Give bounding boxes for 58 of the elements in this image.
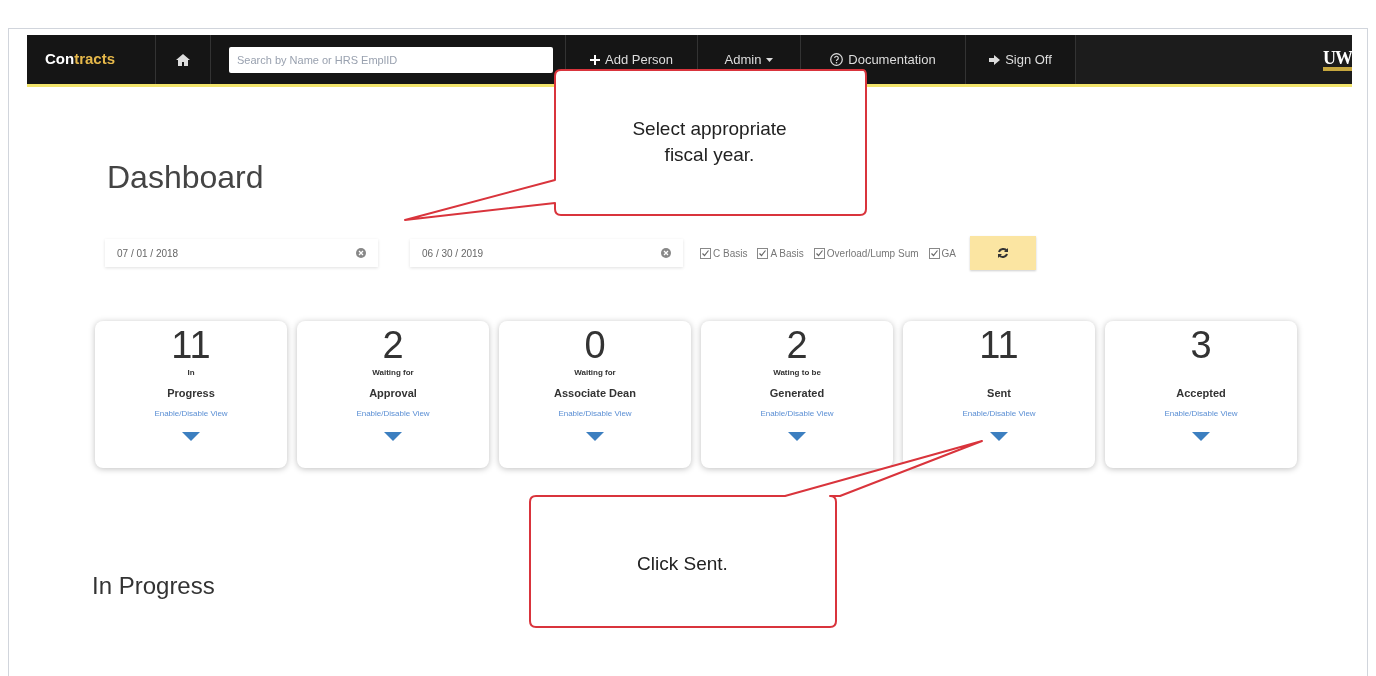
caret-icon <box>766 57 774 62</box>
university-logo: UW <box>1323 48 1352 71</box>
question-icon <box>830 53 844 66</box>
caret-icon[interactable] <box>1192 431 1210 441</box>
checkbox-label: Overload/Lump Sum <box>826 246 919 261</box>
view-toggle-link[interactable]: Enable/Disable View <box>356 407 430 420</box>
home-icon[interactable] <box>176 53 190 66</box>
clear-icon[interactable] <box>356 248 366 258</box>
status-card[interactable]: 11 In Progress Enable/Disable View <box>95 321 287 468</box>
status-card[interactable]: 3 Accepted Enable/Disable View <box>1105 321 1297 468</box>
section-heading: In Progress <box>92 571 215 601</box>
brand-logo[interactable]: Contracts <box>27 35 155 84</box>
card-count: 0 <box>584 325 606 365</box>
card-subtitle: Waiting for <box>372 367 414 379</box>
checkbox[interactable] <box>700 247 711 259</box>
card-title: Sent <box>987 386 1011 401</box>
status-card[interactable]: 2 Waiting for Approval Enable/Disable View <box>297 321 489 468</box>
card-title: Approval <box>369 386 417 401</box>
card-count: 2 <box>382 325 404 365</box>
card-title: Associate Dean <box>554 386 636 401</box>
card-title: Progress <box>167 386 215 401</box>
search-field[interactable]: Search by Name or HRS EmplID <box>229 46 553 73</box>
card-title: Generated <box>769 386 825 401</box>
view-toggle-link[interactable]: Enable/Disable View <box>154 407 228 420</box>
card-subtitle: Wating to be <box>773 367 821 379</box>
callout-text: Select appropriate fiscal year. <box>632 118 787 165</box>
checkbox-label: GA <box>941 246 956 261</box>
card-count: 3 <box>1190 325 1212 365</box>
caret-icon[interactable] <box>990 431 1008 441</box>
status-card[interactable]: 2 Wating to be Generated Enable/Disable View <box>701 321 893 468</box>
checkbox[interactable] <box>813 247 825 259</box>
status-card[interactable]: 11 Sent Enable/Disable View <box>903 321 1095 468</box>
view-toggle-link[interactable]: Enable/Disable View <box>558 407 632 420</box>
page-title: Dashboard <box>107 158 264 197</box>
checkbox-label: A Basis <box>770 246 804 261</box>
date-field[interactable]: 06 / 30 / 2019 <box>410 239 683 267</box>
clear-icon[interactable] <box>661 248 671 258</box>
card-subtitle: In <box>187 367 195 379</box>
checkbox-label: C Basis <box>713 246 748 261</box>
refresh-button[interactable] <box>970 236 1036 270</box>
caret-icon[interactable] <box>182 431 200 441</box>
view-toggle-link[interactable]: Enable/Disable View <box>962 407 1036 420</box>
card-count: 2 <box>786 325 808 365</box>
view-toggle-link[interactable]: Enable/Disable View <box>760 407 834 420</box>
card-count: 11 <box>979 325 1019 365</box>
callout-text: Click Sent. <box>637 553 728 574</box>
checkbox[interactable] <box>757 247 769 259</box>
caret-icon[interactable] <box>384 431 402 441</box>
plus-icon <box>590 54 601 65</box>
checkbox[interactable] <box>928 247 940 259</box>
card-subtitle: Waiting for <box>574 367 616 379</box>
view-toggle-link[interactable]: Enable/Disable View <box>1164 407 1238 420</box>
sign-out-icon <box>989 54 1001 65</box>
card-count: 11 <box>171 325 211 365</box>
date-field[interactable]: 07 / 01 / 2018 <box>105 239 378 267</box>
status-card[interactable]: 0 Waiting for Associate Dean Enable/Disable View <box>499 321 691 468</box>
refresh-icon <box>997 247 1009 259</box>
card-title: Accepted <box>1176 386 1226 401</box>
